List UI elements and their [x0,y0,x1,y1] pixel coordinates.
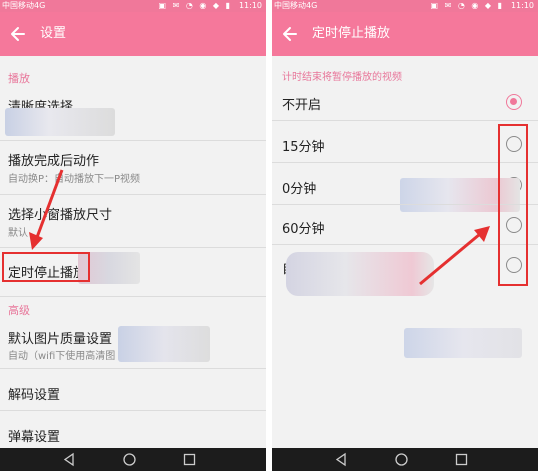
annotation-arrow [29,169,64,250]
nav-home-icon[interactable] [122,452,137,467]
nav-back-icon[interactable] [62,452,77,467]
nav-recents-icon[interactable] [182,452,197,467]
system-nav-bar [272,448,538,471]
sleep-timer-screen: 中国移动4G ▣ ✉ ◔ ◉ ◆ ▮ 11:10 定时停止播放 计时结束将暂停播… [272,0,538,471]
nav-recents-icon[interactable] [454,452,469,467]
settings-screen: 中国移动4G ▣ ✉ ◔ ◉ ◆ ▮ 11:10 设置 播放 清晰度选择 播放完… [0,0,266,471]
nav-back-icon[interactable] [334,452,349,467]
nav-home-icon[interactable] [394,452,409,467]
system-nav-bar [0,448,266,471]
annotation-arrow [419,226,490,286]
